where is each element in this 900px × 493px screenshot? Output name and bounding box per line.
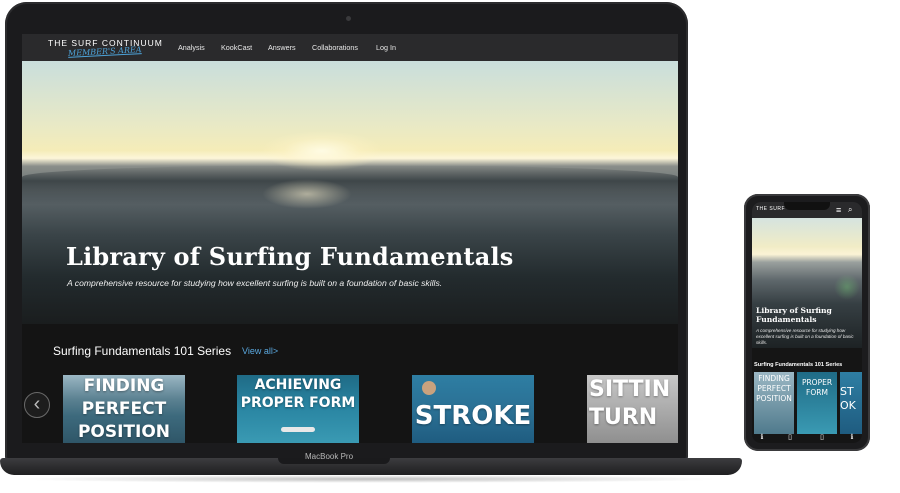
card-title-line: ST [840, 385, 854, 398]
view-all-link[interactable]: View all> [242, 346, 278, 356]
video-card-finding-perfect-position[interactable]: FINDING PERFECT POSITION [63, 375, 185, 443]
phone-video-card-finding-perfect-position[interactable]: FINDING PERFECT POSITION [754, 372, 794, 434]
card-title-line: PERFECT [757, 384, 791, 393]
video-card-stroke[interactable]: STROKE [412, 375, 534, 443]
search-icon[interactable]: ⌕ [848, 203, 852, 217]
bookmark-icon[interactable]: ▯ [780, 433, 800, 443]
laptop-shadow [10, 475, 730, 483]
nav-answers[interactable]: Answers [268, 43, 296, 52]
series-title: Surfing Fundamentals 101 Series [53, 344, 232, 358]
phone-hero-subtitle: A comprehensive resource for studying ho… [756, 328, 854, 345]
card-title-line: FINDING [758, 374, 790, 383]
video-card-sitting-turn[interactable]: SITTIN TURN [587, 375, 678, 443]
surfboard-graphic [281, 427, 315, 432]
lens-flare [834, 274, 860, 300]
phone-screen: THE SURF ≡ ⌕ Library of Surfing Fundamen… [752, 202, 862, 443]
video-card-achieving-proper-form[interactable]: ACHIEVING PROPER FORM [237, 375, 359, 443]
camera-icon [346, 16, 351, 21]
phone-site-logo[interactable]: THE SURF [756, 206, 785, 212]
card-title-line: SITTIN [589, 377, 671, 402]
card-title-line: ACHIEVING [254, 377, 342, 393]
nav-collaborations[interactable]: Collaborations [312, 43, 358, 52]
phone-series-title: Surfing Fundamentals 101 Series [754, 362, 843, 368]
card-title-line: FORM [806, 388, 828, 397]
bookmark-icon[interactable]: ▯ [812, 433, 832, 443]
sun-reflection [262, 179, 352, 209]
card-title-line: FINDING [83, 376, 165, 396]
card-title-line: PROPER FORM [240, 395, 356, 411]
phone-video-card-stroke[interactable]: ST OK [840, 372, 862, 434]
card-title-line: STROKE [414, 401, 532, 431]
card-title-line: OK [840, 399, 856, 412]
phone-hero-title: Library of Surfing Fundamentals [756, 306, 832, 324]
info-icon[interactable]: ℹ [842, 433, 862, 443]
laptop-screen: THE SURF CONTINUUM MEMBER'S AREA Analysi… [22, 34, 678, 443]
phone-video-card-proper-form[interactable]: PROPER FORM [797, 372, 837, 434]
card-title-line: TURN [589, 405, 658, 430]
wave-line [22, 165, 678, 205]
menu-icon[interactable]: ≡ [836, 203, 841, 217]
card-title-line: POSITION [77, 422, 171, 442]
nav-log-in[interactable]: Log In [376, 43, 396, 52]
info-icon[interactable]: ℹ [752, 433, 772, 443]
laptop-brand-label: MacBook Pro [305, 452, 354, 461]
top-navigation: THE SURF CONTINUUM MEMBER'S AREA Analysi… [22, 34, 678, 61]
card-title-line: PROPER [801, 378, 833, 387]
nav-analysis[interactable]: Analysis [178, 43, 205, 52]
hero-title: Library of Surfing Fundamentals [66, 242, 514, 271]
carousel-prev-button[interactable]: ‹ [24, 392, 50, 418]
surfer-graphic [422, 381, 436, 395]
card-title-line: POSITION [756, 394, 792, 403]
nav-kookcast[interactable]: KookCast [221, 43, 252, 52]
phone-notch [784, 202, 830, 210]
card-title-line: PERFECT [81, 399, 167, 419]
hero-subtitle: A comprehensive resource for studying ho… [67, 278, 443, 288]
